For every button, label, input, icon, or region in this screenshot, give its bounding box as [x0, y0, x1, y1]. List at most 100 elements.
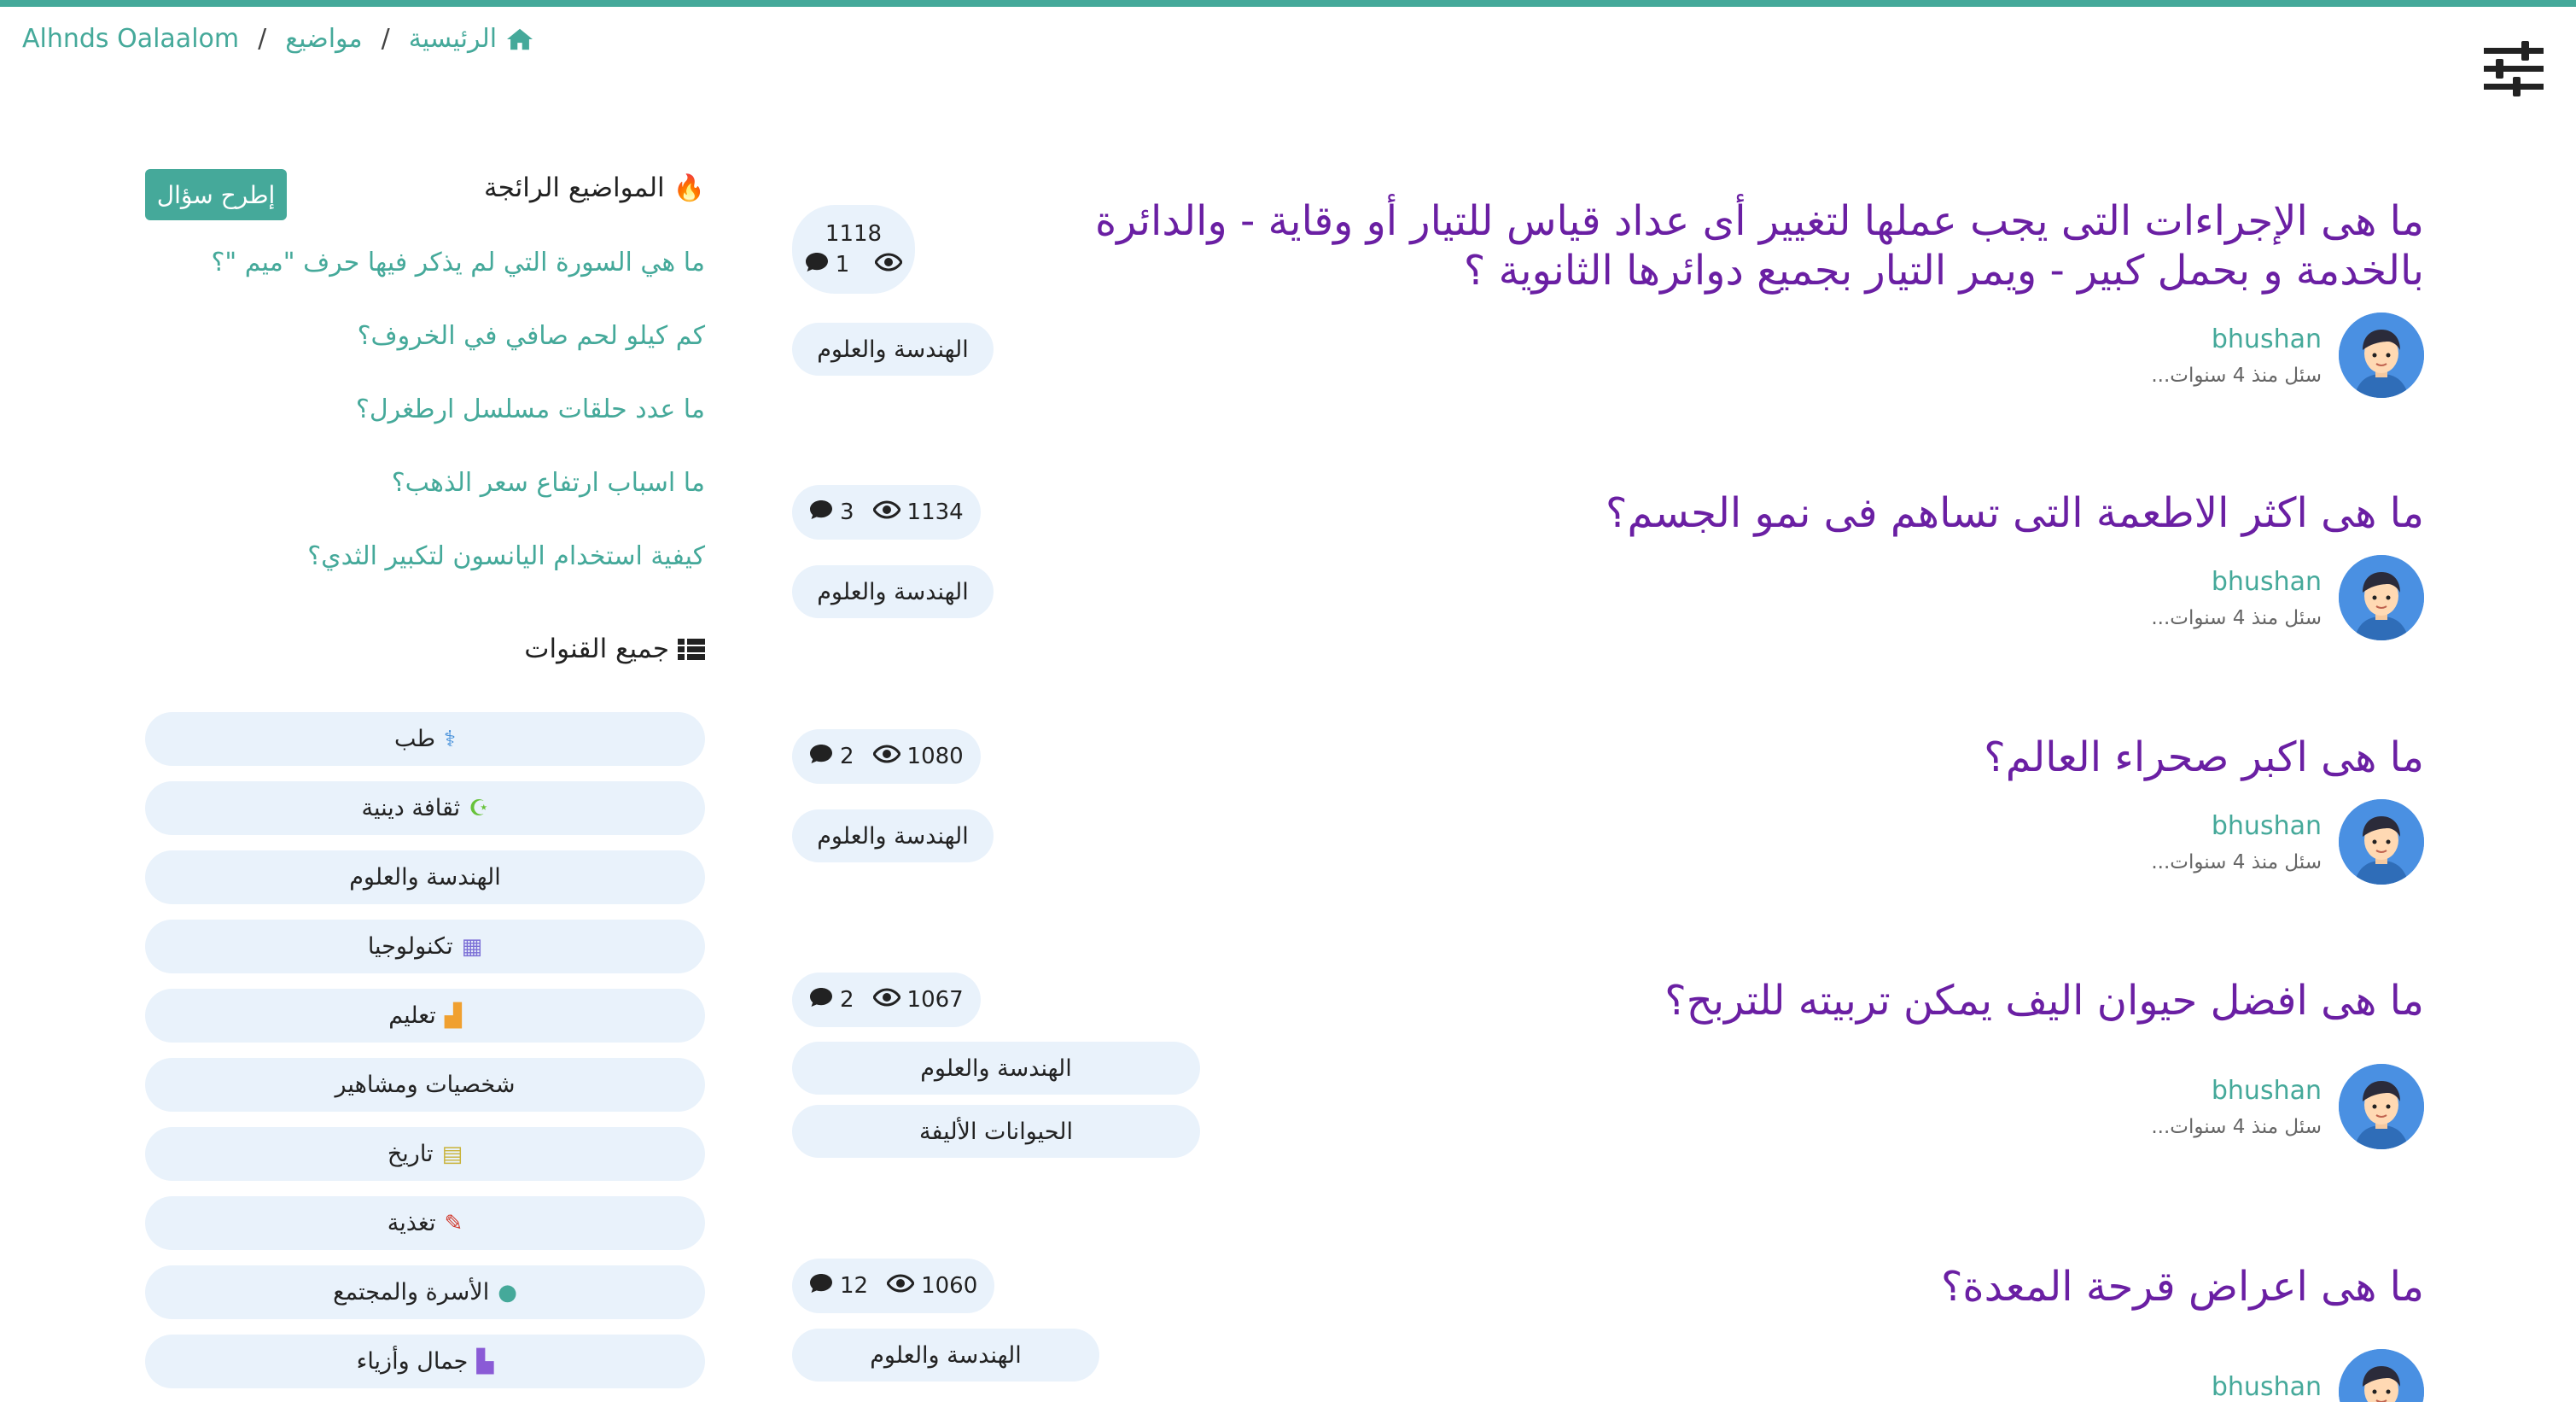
comments-and-views-icons: 1 [805, 252, 903, 278]
comments-value: 3 [840, 499, 854, 525]
comment-icon [809, 744, 833, 770]
trending-header: إطرح سؤال 🔥 المواضيع الرائجة [145, 167, 705, 225]
channel-item[interactable]: شخصيات ومشاهير [145, 1058, 705, 1112]
author-name[interactable]: bhushan [2151, 1076, 2322, 1106]
question-tag[interactable]: الهندسة والعلوم [792, 323, 994, 376]
comments-count: 3 [809, 499, 854, 526]
comments-count: 2 [809, 744, 854, 770]
eye-icon [871, 499, 901, 525]
views-value: 1060 [921, 1273, 978, 1299]
channel-label: طب [393, 726, 435, 752]
question-title[interactable]: ما هى اكثر الاطعمة التى تساهم فى نمو الج… [956, 488, 2424, 538]
question-stats: 1118 1 [792, 205, 915, 294]
chip-icon: ▦ [461, 933, 483, 960]
trending-link[interactable]: ما هي السورة التي لم يذكر فيها حرف "ميم … [145, 244, 705, 282]
house-icon [507, 28, 533, 50]
question-author: bhushan سئل منذ 4 سنوات... [2151, 799, 2424, 885]
author-meta: bhushan سئل منذ 4 سنوات... [2151, 324, 2322, 387]
comments-value: 12 [840, 1273, 869, 1299]
channel-label: جمال وأزياء [356, 1348, 469, 1375]
question-author: bhushan سئل منذ 4 سنوات... [2151, 313, 2424, 398]
channel-item[interactable]: ☪ ثقافة دينية [145, 781, 705, 835]
author-meta: bhushan سئل منذ 4 سنوات... [2151, 1076, 2322, 1138]
socks-icon: ▙ [476, 1348, 494, 1375]
eye-icon [871, 987, 901, 1013]
channel-item[interactable]: ▦ تكنولوجيا [145, 920, 705, 973]
fire-icon: 🔥 [673, 172, 705, 203]
trending-list: ما هي السورة التي لم يذكر فيها حرف "ميم … [145, 244, 705, 575]
author-meta: bhushan [2212, 1372, 2322, 1402]
question-stats: 2 1067 [792, 973, 981, 1027]
asked-time: سئل منذ 4 سنوات... [2151, 1115, 2322, 1138]
trending-link[interactable]: كم كيلو لحم صافي في الخروف؟ [145, 318, 705, 355]
book-icon: ▤ [441, 1141, 463, 1167]
ask-question-button[interactable]: إطرح سؤال [145, 169, 287, 220]
trending-link[interactable]: كيفية استخدام اليانسون لتكبير الثدي؟ [145, 538, 705, 575]
breadcrumb-current[interactable]: Alhnds Oalaalom [22, 24, 239, 54]
asked-time: سئل منذ 4 سنوات... [2151, 850, 2322, 873]
views-count: 1067 [871, 987, 964, 1013]
eye-icon [871, 744, 901, 769]
comments-count: 2 [809, 987, 854, 1014]
channel-item[interactable]: ▙ جمال وأزياء [145, 1335, 705, 1388]
question-tag[interactable]: الهندسة والعلوم [792, 565, 994, 618]
eye-icon [886, 1273, 915, 1299]
channels-title-label: جميع القنوات [524, 634, 669, 664]
author-name[interactable]: bhushan [2151, 811, 2322, 841]
trending-link[interactable]: ما عدد حلقات مسلسل ارطغرل؟ [145, 391, 705, 429]
channels-title: جميع القنوات [524, 634, 705, 664]
avatar[interactable] [2339, 799, 2424, 885]
question-author: bhushan سئل منذ 4 سنوات... [2151, 1064, 2424, 1149]
channel-item[interactable]: ● الأسرة والمجتمع [145, 1265, 705, 1319]
eye-icon [874, 252, 903, 277]
channel-item[interactable]: ▟ تعليم [145, 989, 705, 1043]
author-name[interactable]: bhushan [2151, 324, 2322, 354]
page: Alhnds Oalaalom / مواضيع / الرئيسية إطرح… [0, 0, 2576, 1402]
views-value: 1067 [906, 987, 964, 1013]
views-count: 1134 [871, 499, 964, 525]
asked-time: سئل منذ 4 سنوات... [2151, 364, 2322, 387]
avatar[interactable] [2339, 555, 2424, 640]
breadcrumb-home[interactable]: الرئيسية [409, 24, 534, 54]
question-tag[interactable]: الحيوانات الأليفة [792, 1105, 1200, 1158]
question-title[interactable]: ما هى افضل حيوان اليف يمكن تربيته للتربح… [956, 976, 2424, 1025]
question-tag[interactable]: الهندسة والعلوم [792, 1042, 1200, 1095]
channel-item[interactable]: ✎ تغذية [145, 1196, 705, 1250]
question-author: bhushan سئل منذ 4 سنوات... [2151, 555, 2424, 640]
avatar[interactable] [2339, 1349, 2424, 1402]
sliders-icon[interactable] [2484, 41, 2544, 97]
comments-count: 12 [809, 1273, 868, 1300]
comments-value: 2 [840, 744, 854, 769]
channel-item[interactable]: ▤ تاريخ [145, 1127, 705, 1181]
channel-label: ثقافة دينية [361, 795, 461, 821]
top-accent-bar [0, 0, 2576, 7]
breadcrumb-separator: / [258, 24, 267, 54]
question-title[interactable]: ما هى اكبر صحراء العالم؟ [956, 733, 2424, 782]
question-tag[interactable]: الهندسة والعلوم [792, 1329, 1099, 1382]
author-name[interactable]: bhushan [2212, 1372, 2322, 1402]
question-stats: 3 1134 [792, 485, 981, 540]
avatar[interactable] [2339, 313, 2424, 398]
comment-icon [809, 499, 833, 526]
question-title[interactable]: ما هى الإجراءات التى يجب عملها لتغيير أى… [956, 196, 2424, 295]
channel-item[interactable]: الهندسة والعلوم [145, 850, 705, 904]
channels-header: جميع القنوات [145, 628, 705, 676]
channel-item[interactable]: ⚕ طب [145, 712, 705, 766]
views-count: 1060 [886, 1273, 978, 1299]
comment-icon [809, 1273, 833, 1300]
author-name[interactable]: bhushan [2151, 567, 2322, 597]
comments-value: 1 [835, 252, 850, 277]
breadcrumb-separator: / [381, 24, 390, 54]
question-tag[interactable]: الهندسة والعلوم [792, 809, 994, 862]
trending-link[interactable]: ما اسباب ارتفاع سعر الذهب؟ [145, 464, 705, 502]
comments-value: 2 [840, 987, 854, 1013]
breadcrumb-topics[interactable]: مواضيع [285, 24, 362, 54]
breadcrumb: Alhnds Oalaalom / مواضيع / الرئيسية [22, 24, 534, 54]
avatar[interactable] [2339, 1064, 2424, 1149]
views-value: 1118 [825, 220, 883, 247]
carrot-icon: ✎ [444, 1210, 463, 1236]
channel-label: تغذية [387, 1210, 436, 1236]
question-author: bhushan [2212, 1349, 2424, 1402]
views-value: 1134 [906, 499, 964, 525]
question-title[interactable]: ما هى اعراض قرحة المعدة؟ [956, 1262, 2424, 1311]
